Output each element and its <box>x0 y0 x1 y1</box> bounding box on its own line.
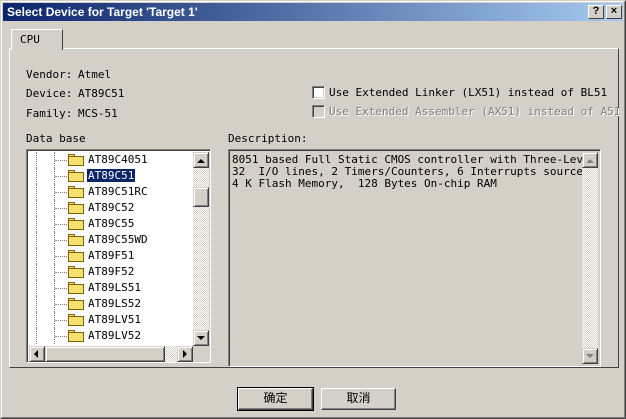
family-label: Family: <box>26 107 73 120</box>
close-icon: × <box>610 5 618 17</box>
folder-icon <box>68 314 84 326</box>
folder-icon <box>68 186 84 198</box>
extended-linker-checkbox[interactable] <box>312 86 325 99</box>
ok-button[interactable]: 确定 <box>237 387 314 411</box>
extended-assembler-checkbox <box>312 105 325 118</box>
tree-hscroll-thumb[interactable] <box>45 346 165 362</box>
folder-icon <box>68 234 84 246</box>
window-title: Select Device for Target 'Target 1' <box>7 5 198 19</box>
tree-item[interactable]: AT89C52 <box>27 200 197 216</box>
tree-item-label: AT89C4051 <box>88 153 148 166</box>
folder-icon <box>68 266 84 278</box>
extended-assembler-label: Use Extended Assembler (AX51) instead of… <box>329 105 621 118</box>
description-label: Description: <box>228 132 308 145</box>
device-tree[interactable]: AT89C4051 AT89C51 AT89C51RC AT89C52 AT89C55 A… <box>26 149 211 363</box>
description-scroll-up-button[interactable] <box>582 152 598 168</box>
folder-icon <box>68 298 84 310</box>
dialog-window: Select Device for Target 'Target 1' ? × … <box>0 0 626 419</box>
folder-icon <box>68 170 84 182</box>
tab-cpu[interactable]: CPU <box>11 29 63 50</box>
tree-scroll-up-button[interactable] <box>193 152 209 168</box>
tree-item-label: AT89C52 <box>88 201 135 214</box>
database-label: Data base <box>26 132 86 145</box>
help-button[interactable]: ? <box>588 5 604 19</box>
scroll-corner <box>193 346 209 362</box>
folder-icon <box>68 282 84 294</box>
tree-item[interactable]: AT89C51RC <box>27 184 197 200</box>
description-vscrollbar[interactable] <box>582 152 598 364</box>
vendor-label: Vendor: <box>26 68 73 81</box>
tree-scroll-right-button[interactable] <box>177 346 193 362</box>
tree-item[interactable]: AT89C51 <box>27 168 197 184</box>
tree-item[interactable]: AT89C55 <box>27 216 197 232</box>
tree-item-label: AT89F51 <box>88 249 135 262</box>
tree-item[interactable]: AT89C4051 <box>27 152 197 168</box>
tree-item[interactable]: AT89C55WD <box>27 232 197 248</box>
tree-item[interactable]: AT89F51 <box>27 248 197 264</box>
tree-item[interactable]: AT89LV51 <box>27 312 197 328</box>
device-value: AT89C51 <box>78 87 125 100</box>
tree-item[interactable]: AT89LS51 <box>27 280 197 296</box>
tree-item[interactable]: AT89F52 <box>27 264 197 280</box>
tree-item-label: AT89LS52 <box>88 297 141 310</box>
folder-icon <box>68 154 84 166</box>
description-box[interactable]: 8051 based Full Static CMOS controller w… <box>228 149 601 367</box>
family-value: MCS-51 <box>78 107 118 120</box>
folder-icon <box>68 250 84 262</box>
folder-icon <box>68 218 84 230</box>
tree-item-label: AT89C51RC <box>88 185 148 198</box>
tree-vscroll-thumb[interactable] <box>193 187 209 207</box>
description-scroll-down-button[interactable] <box>582 348 598 364</box>
help-icon: ? <box>592 5 600 17</box>
tree-item-label: AT89C51 <box>85 168 137 183</box>
tab-cpu-label: CPU <box>20 33 40 46</box>
tree-item-label: AT89LV51 <box>88 313 141 326</box>
tree-item-label: AT89LS51 <box>88 281 141 294</box>
tree-scroll-down-button[interactable] <box>193 330 209 346</box>
cancel-button[interactable]: 取消 <box>321 388 396 410</box>
tree-item-label: AT89C55 <box>88 217 135 230</box>
tree-item-label: AT89F52 <box>88 265 135 278</box>
vendor-value: Atmel <box>78 68 112 81</box>
tree-vscrollbar[interactable] <box>193 152 209 346</box>
folder-icon <box>68 330 84 342</box>
tree-item-label: AT89LV52 <box>88 329 141 342</box>
tree-hscrollbar[interactable] <box>29 346 193 362</box>
tree-item[interactable]: AT89LS52 <box>27 296 197 312</box>
device-label: Device: <box>26 87 73 100</box>
folder-icon <box>68 202 84 214</box>
extended-linker-label[interactable]: Use Extended Linker (LX51) instead of BL… <box>329 86 607 99</box>
title-bar[interactable]: Select Device for Target 'Target 1' ? × <box>3 3 623 21</box>
tree-item-label: AT89C55WD <box>88 233 148 246</box>
tree-scroll-left-button[interactable] <box>29 346 45 362</box>
close-button[interactable]: × <box>606 5 622 19</box>
description-text: 8051 based Full Static CMOS controller w… <box>232 154 582 190</box>
tree-item[interactable]: AT89LV52 <box>27 328 197 344</box>
